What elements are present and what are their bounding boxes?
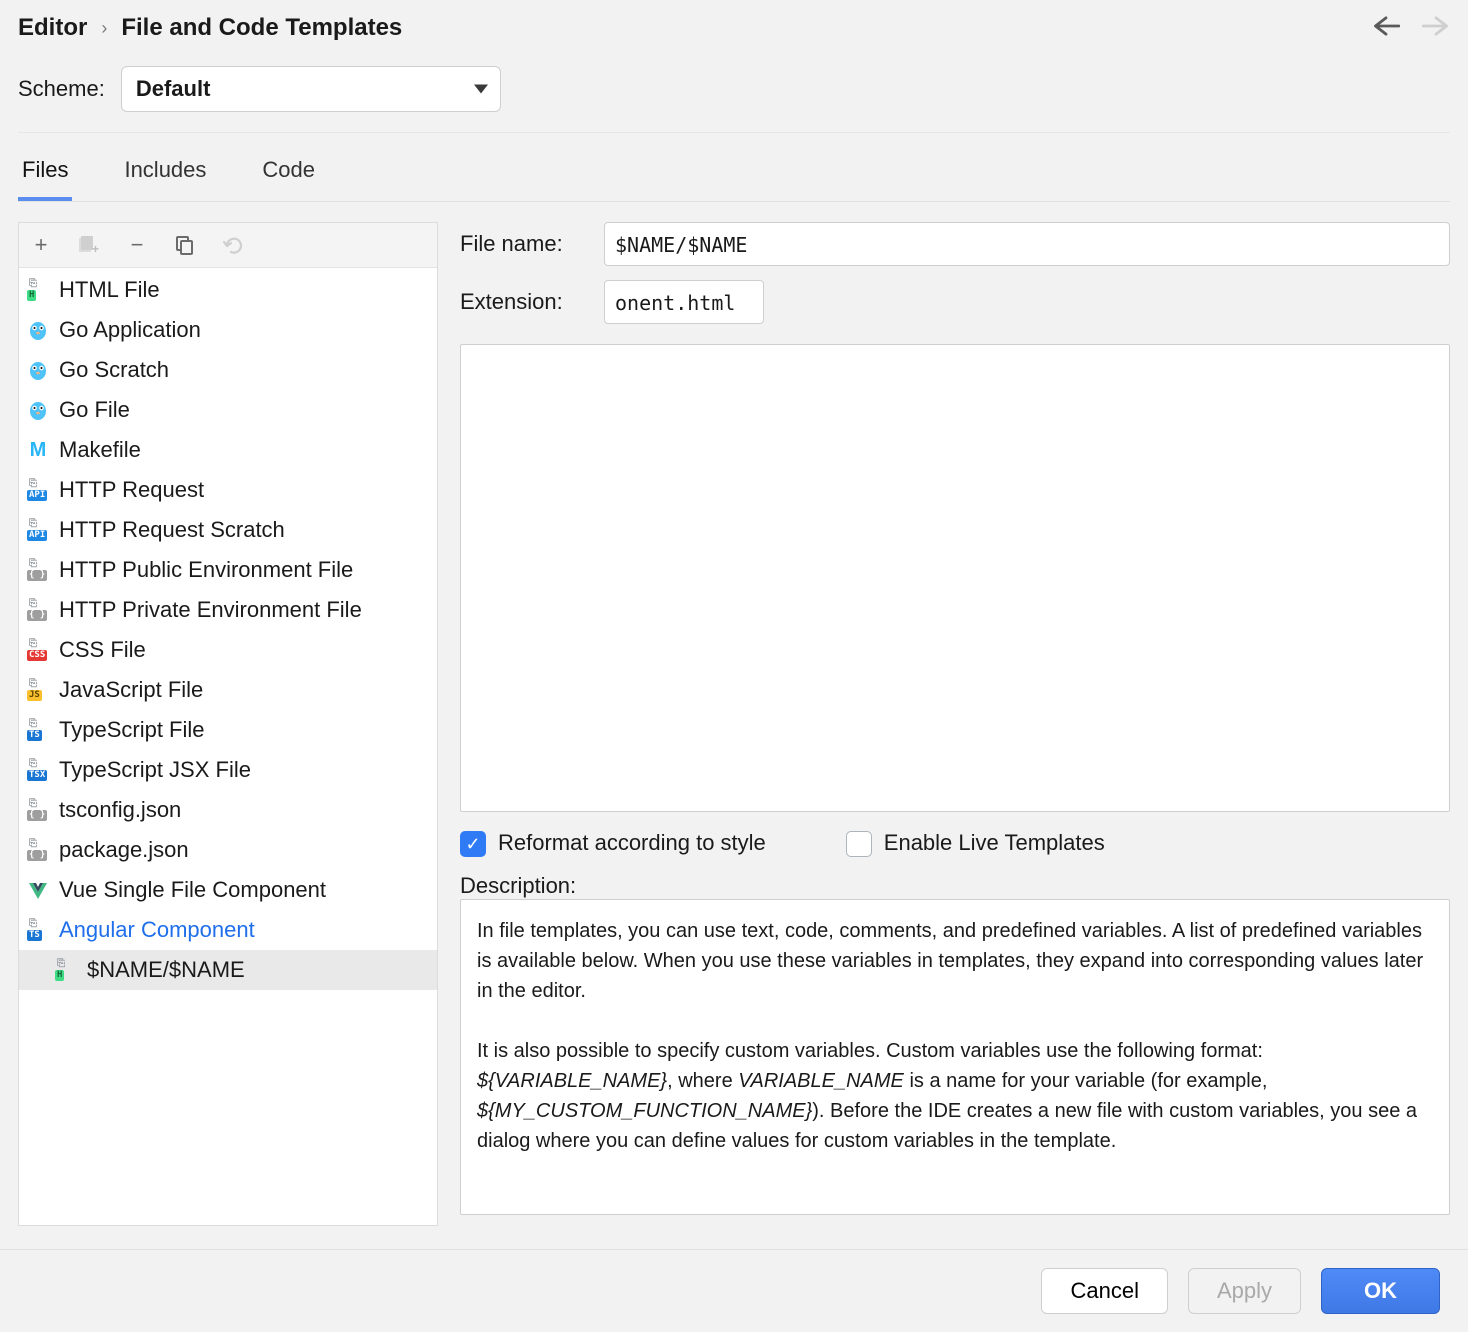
dialog-footer: Cancel Apply OK bbox=[0, 1249, 1468, 1332]
file-type-icon: ⎘CSS bbox=[27, 639, 49, 661]
file-type-icon: ⎘{ } bbox=[27, 839, 49, 861]
template-item[interactable]: ⎘JS JavaScript File bbox=[19, 670, 437, 710]
apply-button: Apply bbox=[1188, 1268, 1301, 1314]
template-label: Go Application bbox=[59, 317, 201, 343]
template-label: Go Scratch bbox=[59, 357, 169, 383]
nav-forward-icon bbox=[1422, 12, 1450, 44]
undo-button bbox=[221, 233, 245, 257]
template-item[interactable]: Vue Single File Component bbox=[19, 870, 437, 910]
file-type-icon: ⎘{ } bbox=[27, 799, 49, 821]
template-item[interactable]: Go Application bbox=[19, 310, 437, 350]
breadcrumb: Editor › File and Code Templates bbox=[18, 0, 1450, 54]
file-type-icon bbox=[27, 319, 49, 341]
template-item[interactable]: Go Scratch bbox=[19, 350, 437, 390]
reformat-label: Reformat according to style bbox=[498, 830, 766, 855]
description-p1: In file templates, you can use text, cod… bbox=[477, 916, 1433, 1006]
template-label: HTTP Request bbox=[59, 477, 204, 503]
template-label: HTTP Request Scratch bbox=[59, 517, 285, 543]
file-type-icon: ⎘H bbox=[27, 279, 49, 301]
template-toolbar: + + − bbox=[19, 222, 437, 268]
template-label: HTTP Private Environment File bbox=[59, 597, 362, 623]
scheme-value: Default bbox=[136, 76, 211, 102]
description-p2: It is also possible to specify custom va… bbox=[477, 1036, 1433, 1156]
template-label: TypeScript File bbox=[59, 717, 205, 743]
reformat-checkbox[interactable]: ✓ Reformat according to style bbox=[460, 830, 766, 857]
template-tree[interactable]: ⎘H HTML File Go Application Go Scratch Go Fi… bbox=[19, 268, 437, 1225]
template-label: Makefile bbox=[59, 437, 141, 463]
template-item[interactable]: ⎘{ } tsconfig.json bbox=[19, 790, 437, 830]
file-type-icon: ⎘TS bbox=[27, 719, 49, 741]
template-item[interactable]: ⎘{ } package.json bbox=[19, 830, 437, 870]
file-type-icon: ⎘API bbox=[27, 479, 49, 501]
file-type-icon: ⎘{ } bbox=[27, 599, 49, 621]
scheme-select[interactable]: Default bbox=[121, 66, 501, 112]
template-item[interactable]: ⎘TSX TypeScript JSX File bbox=[19, 750, 437, 790]
add-child-template-button: + bbox=[77, 233, 101, 257]
file-type-icon bbox=[27, 359, 49, 381]
live-templates-checkbox[interactable]: Enable Live Templates bbox=[846, 830, 1105, 857]
nav-back-icon[interactable] bbox=[1372, 12, 1400, 44]
template-label: tsconfig.json bbox=[59, 797, 181, 823]
add-button[interactable]: + bbox=[29, 233, 53, 257]
tabs: Files Includes Code bbox=[18, 133, 1450, 202]
template-item[interactable]: ⎘{ } HTTP Private Environment File bbox=[19, 590, 437, 630]
file-type-icon: ⎘JS bbox=[27, 679, 49, 701]
template-item[interactable]: ⎘API HTTP Request Scratch bbox=[19, 510, 437, 550]
chevron-down-icon bbox=[474, 85, 488, 94]
scheme-label: Scheme: bbox=[18, 76, 105, 102]
template-item[interactable]: ⎘H $NAME/$NAME bbox=[19, 950, 437, 990]
template-label: Angular Component bbox=[59, 917, 255, 943]
template-editor[interactable] bbox=[460, 344, 1450, 812]
checkmark-icon: ✓ bbox=[460, 831, 486, 857]
template-item[interactable]: ⎘CSS CSS File bbox=[19, 630, 437, 670]
description-label: Description: bbox=[460, 873, 1450, 899]
file-name-label: File name: bbox=[460, 231, 590, 257]
file-type-icon: M bbox=[27, 439, 49, 461]
template-item[interactable]: ⎘{ } HTTP Public Environment File bbox=[19, 550, 437, 590]
template-label: TypeScript JSX File bbox=[59, 757, 251, 783]
extension-input[interactable]: onent.html bbox=[604, 280, 764, 324]
file-type-icon: ⎘H bbox=[55, 959, 77, 981]
template-item[interactable]: ⎘H HTML File bbox=[19, 270, 437, 310]
template-item[interactable]: M Makefile bbox=[19, 430, 437, 470]
file-type-icon: ⎘API bbox=[27, 519, 49, 541]
chevron-right-icon: › bbox=[101, 18, 107, 39]
extension-label: Extension: bbox=[460, 289, 590, 315]
file-type-icon: ⎘TS bbox=[27, 919, 49, 941]
file-type-icon: ⎘TSX bbox=[27, 759, 49, 781]
tab-code[interactable]: Code bbox=[258, 157, 319, 201]
template-list-panel: + + − ⎘H HTML File Go Application Go Scratc… bbox=[18, 222, 438, 1226]
ok-button[interactable]: OK bbox=[1321, 1268, 1440, 1314]
breadcrumb-page: File and Code Templates bbox=[121, 14, 402, 42]
live-templates-label: Enable Live Templates bbox=[884, 830, 1105, 855]
checkbox-empty-icon bbox=[846, 831, 872, 857]
template-label: Vue Single File Component bbox=[59, 877, 326, 903]
tab-includes[interactable]: Includes bbox=[120, 157, 210, 201]
cancel-button[interactable]: Cancel bbox=[1041, 1268, 1167, 1314]
template-item[interactable]: Go File bbox=[19, 390, 437, 430]
template-label: JavaScript File bbox=[59, 677, 203, 703]
file-type-icon: ⎘{ } bbox=[27, 559, 49, 581]
template-label: HTML File bbox=[59, 277, 160, 303]
file-type-icon bbox=[27, 879, 49, 901]
description-box: In file templates, you can use text, cod… bbox=[460, 899, 1450, 1215]
template-label: CSS File bbox=[59, 637, 146, 663]
template-item[interactable]: ⎘TS TypeScript File bbox=[19, 710, 437, 750]
file-type-icon bbox=[27, 399, 49, 421]
remove-button[interactable]: − bbox=[125, 233, 149, 257]
tab-files[interactable]: Files bbox=[18, 157, 72, 201]
template-label: Go File bbox=[59, 397, 130, 423]
template-label: package.json bbox=[59, 837, 189, 863]
template-item[interactable]: ⎘API HTTP Request bbox=[19, 470, 437, 510]
template-label: $NAME/$NAME bbox=[87, 957, 245, 983]
file-name-input[interactable]: $NAME/$NAME bbox=[604, 222, 1450, 266]
template-item[interactable]: ⎘TS Angular Component bbox=[19, 910, 437, 950]
svg-text:+: + bbox=[92, 242, 99, 255]
copy-button[interactable] bbox=[173, 233, 197, 257]
breadcrumb-root[interactable]: Editor bbox=[18, 14, 87, 42]
template-label: HTTP Public Environment File bbox=[59, 557, 353, 583]
